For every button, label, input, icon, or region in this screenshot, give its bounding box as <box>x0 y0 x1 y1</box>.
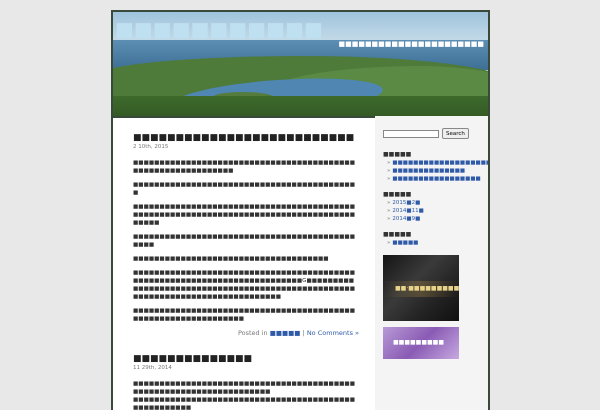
recent-post-link[interactable]: ■■■■■■■■■■■■■■■■■ <box>392 176 480 182</box>
recent-post-link[interactable]: ■■■■■■■■■■■■■■ <box>392 168 465 174</box>
categories-widget: ■■■■■ ■■■■■ <box>383 231 480 246</box>
post-paragraph: ■■■■■■■■■■■■■■■■■■■■■■■■■■■■■■■■■■■■■ <box>133 256 329 262</box>
post-category-link[interactable]: ■■■■■ <box>270 329 301 337</box>
archive-item: 2014■11■ <box>387 208 480 214</box>
post-paragraph: ■■■■■■■■■■■■■■■■■■■■■■■■■■■■■■■■■■■■■■■■… <box>133 204 355 226</box>
widget-title: ■■■■■ <box>383 151 412 158</box>
header-banner: ■■■■■■■■■■■ ■■■■■■■■■■■■■■■■■■■■■■ <box>113 12 488 118</box>
post: ■■■■■■■■■■■■■■ 11 29th, 2014 ■■■■■■■■■■■… <box>133 355 359 410</box>
post-paragraph: ■■■■■■■■■■■■■■■■■■■■■■■■■■■■■■■■■■■■■■■■… <box>133 234 355 248</box>
header-foreground <box>113 96 488 116</box>
archive-item: 2014■9■ <box>387 216 480 222</box>
posted-in-label: Posted in <box>237 329 268 337</box>
post-paragraph: ■■■■■■■■■■■■■■■■■■■■■■■■■■■■■■■■■■■■■■■■… <box>133 308 355 322</box>
main-content: ■■■■■■■■■■■■■■■■■■■■■■■■■■ 2 10th, 2015 … <box>133 134 359 410</box>
post-meta: Posted in ■■■■■ | No Comments » <box>133 329 359 337</box>
recent-post-item: ■■■■■■■■■■■■■■■■■■■■■■■■■■ <box>387 160 488 166</box>
post-paragraph: ■■■■■■■■■■■■■■■■■■■■■■■■■■■■■■■■■■■■■■■■… <box>133 270 355 300</box>
ad-banner-purple[interactable]: ■■■■■■■■■ <box>383 327 459 359</box>
archives-widget: ■■■■■ 2015■2■ 2014■11■ 2014■9■ <box>383 191 480 222</box>
post-title-link[interactable]: ■■■■■■■■■■■■■■ <box>133 355 359 364</box>
archive-link[interactable]: 2015■2■ <box>392 200 420 206</box>
post-title-link[interactable]: ■■■■■■■■■■■■■■■■■■■■■■■■■■ <box>133 134 359 143</box>
search-button[interactable]: Search <box>442 128 469 139</box>
blog-title-link[interactable]: ■■■■■■■■■■■ <box>115 17 323 41</box>
search-form: Search <box>383 128 480 139</box>
category-link[interactable]: ■■■■■ <box>392 240 418 246</box>
post-paragraph: ■■■■■■■■■■■■■■■■■■■■■■■■■■■■■■■■■■■■■■■■… <box>133 160 355 174</box>
archive-link[interactable]: 2014■11■ <box>392 208 423 214</box>
category-item: ■■■■■ <box>387 240 480 246</box>
banner-text: ■■·■■■■■■■■■ <box>395 285 460 292</box>
post-date: 11 29th, 2014 <box>133 365 172 371</box>
recent-post-item: ■■■■■■■■■■■■■■ <box>387 168 480 174</box>
archive-item: 2015■2■ <box>387 200 480 206</box>
post-comments-link[interactable]: No Comments » <box>307 329 359 337</box>
archive-link[interactable]: 2014■9■ <box>392 216 420 222</box>
recent-post-link[interactable]: ■■■■■■■■■■■■■■■■■■■■■■■■■■ <box>392 160 488 166</box>
post-paragraph: ■■■■■■■■■■■■■■■■■■■■■■■■■■■■■■■■■■■■■■■■… <box>133 397 355 410</box>
widget-title: ■■■■■ <box>383 231 412 238</box>
post-paragraph: ■■■■■■■■■■■■■■■■■■■■■■■■■■■■■■■■■■■■■■■■… <box>133 182 355 196</box>
search-input[interactable] <box>383 129 439 138</box>
widget-title: ■■■■■ <box>383 191 412 198</box>
blog-description: ■■■■■■■■■■■■■■■■■■■■■■ <box>338 40 484 48</box>
sidebar: Search ■■■■■ ■■■■■■■■■■■■■■■■■■■■■■■■■■ … <box>375 116 488 410</box>
ad-banner-dark[interactable]: ■■·■■■■■■■■■ <box>383 255 459 321</box>
banner-text: ■■■■■■■■■ <box>393 339 445 346</box>
recent-post-item: ■■■■■■■■■■■■■■■■■ <box>387 176 480 182</box>
post-date: 2 10th, 2015 <box>133 144 169 150</box>
post: ■■■■■■■■■■■■■■■■■■■■■■■■■■ 2 10th, 2015 … <box>133 134 359 338</box>
page: ■■■■■■■■■■■ ■■■■■■■■■■■■■■■■■■■■■■ ■■■■■… <box>111 10 490 410</box>
meta-separator: | <box>302 329 305 337</box>
post-paragraph: ■■■■■■■■■■■■■■■■■■■■■■■■■■■■■■■■■■■■■■■■… <box>133 381 355 395</box>
recent-posts-widget: ■■■■■ ■■■■■■■■■■■■■■■■■■■■■■■■■■ ■■■■■■■… <box>383 151 488 182</box>
